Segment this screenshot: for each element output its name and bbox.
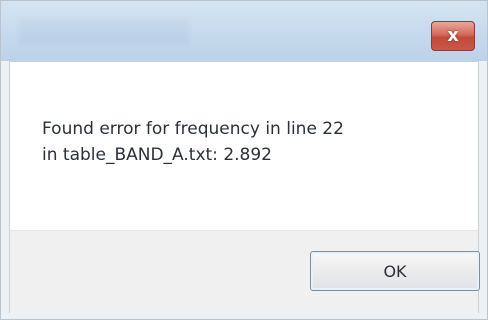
button-area: OK [10, 230, 480, 313]
title-bar[interactable]: x [1, 1, 487, 61]
close-button[interactable]: x [431, 21, 475, 51]
error-message: Found error for frequency in line 22 in … [42, 119, 344, 165]
error-dialog-window: x Found error for frequency in line 22 i… [0, 0, 488, 320]
ok-button[interactable]: OK [310, 251, 480, 291]
dialog-content: Found error for frequency in line 22 in … [9, 61, 480, 313]
title-text-blurred [19, 19, 189, 45]
close-icon: x [447, 25, 459, 46]
